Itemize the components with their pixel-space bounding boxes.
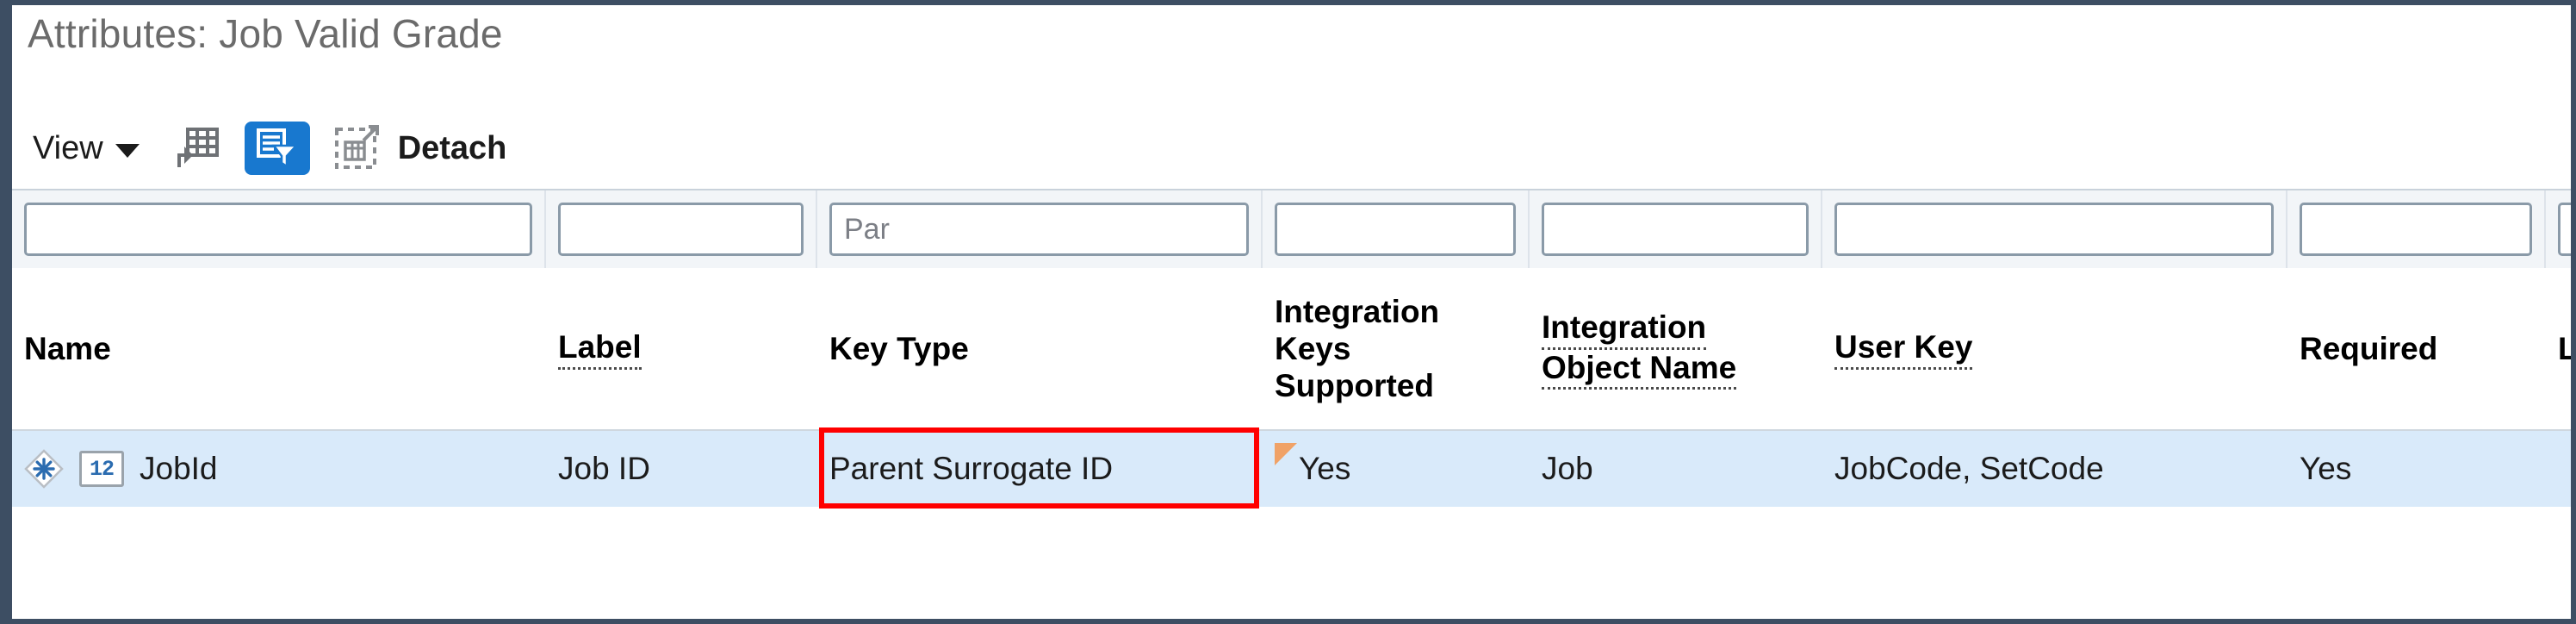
column-header-required[interactable]: Required (2287, 270, 2546, 429)
filter-cell-integration_keys_supported (1263, 190, 1530, 268)
cell-label[interactable]: Job ID (546, 431, 817, 507)
table-row[interactable]: 12 JobId Job ID Parent Surrogate ID Yes Job Jo… (12, 431, 2571, 507)
filter-cell-lookup (2546, 190, 2571, 268)
table-toolbar: View Detach (29, 119, 506, 178)
primary-key-diamond-icon (24, 449, 64, 489)
column-header-label: User Key (1834, 329, 1973, 371)
table-header-row: Name Label Key Type Integration Keys Supporte… (12, 270, 2571, 429)
filter-cell-label (546, 190, 817, 268)
filter-input-integration_keys_supported[interactable] (1275, 203, 1516, 256)
detach-button[interactable]: Detach (334, 125, 507, 172)
cell-value-required: Yes (2300, 451, 2352, 486)
cell-value-integration_object_name: Job (1542, 451, 1593, 486)
export-to-spreadsheet-icon (177, 128, 219, 167)
attributes-table: Name Label Key Type IntegrationKeysSupporte… (12, 189, 2571, 619)
page-title: Attributes: Job Valid Grade (28, 11, 503, 56)
filter-cell-name (12, 190, 546, 268)
cell-value-label: Job ID (558, 451, 650, 486)
cell-value-key_type: Parent Surrogate ID (829, 451, 1114, 486)
filter-cell-integration_object_name (1530, 190, 1822, 268)
filter-input-lookup[interactable] (2558, 203, 2571, 256)
detach-label: Detach (397, 129, 507, 166)
column-header-label: Label (558, 329, 642, 371)
query-by-example-filter-icon (256, 128, 298, 168)
chevron-down-icon (115, 144, 140, 158)
filter-input-name[interactable] (24, 203, 532, 256)
column-header-label[interactable]: Label (546, 270, 817, 429)
filter-input-user_key[interactable] (1834, 203, 2274, 256)
filter-cell-key_type (817, 190, 1263, 268)
view-menu-button[interactable]: View (29, 127, 148, 171)
filter-input-required[interactable] (2300, 203, 2532, 256)
column-filter-row (12, 190, 2571, 268)
cell-value-user_key: JobCode, SetCode (1834, 451, 2104, 486)
filter-input-label[interactable] (558, 203, 804, 256)
cell-integration_keys_supported[interactable]: Yes (1263, 431, 1530, 507)
column-header-label: IntegrationObject Name (1542, 309, 1810, 390)
column-header-integration_keys_supported[interactable]: Integration Keys Supported (1263, 270, 1530, 429)
column-header-name[interactable]: Name (12, 270, 546, 429)
attributes-panel: Attributes: Job Valid Grade View Detach … (0, 0, 2576, 624)
filter-cell-user_key (1822, 190, 2287, 268)
table-body-empty-area (12, 507, 2571, 619)
cell-user_key[interactable]: JobCode, SetCode (1822, 431, 2287, 507)
column-header-lookup[interactable]: Loc (2546, 270, 2576, 429)
column-header-label: Loc (2558, 331, 2576, 367)
cell-integration_object_name[interactable]: Job (1530, 431, 1822, 507)
column-header-user_key[interactable]: User Key (1822, 270, 2287, 429)
export-to-spreadsheet-button[interactable] (164, 122, 229, 175)
detach-icon (334, 125, 379, 169)
number-datatype-icon: 12 (79, 451, 124, 487)
cell-lookup[interactable] (2546, 431, 2571, 507)
column-header-label: Key Type (829, 331, 969, 367)
cell-value-integration_keys_supported: Yes (1299, 451, 1351, 486)
column-header-integration_object_name[interactable]: IntegrationObject Name (1530, 270, 1822, 429)
column-header-label: Required (2300, 331, 2438, 367)
query-by-example-button[interactable] (244, 122, 310, 175)
column-header-key_type[interactable]: Key Type (817, 270, 1263, 429)
orange-triangle-marker-icon (1275, 443, 1297, 465)
filter-input-key_type[interactable] (829, 203, 1249, 256)
column-header-label: Name (24, 331, 111, 367)
filter-cell-required (2287, 190, 2546, 268)
cell-required[interactable]: Yes (2287, 431, 2546, 507)
cell-name[interactable]: 12 JobId (12, 431, 546, 507)
column-header-label: Integration Keys Supported (1275, 294, 1440, 403)
cell-value-name: JobId (140, 451, 218, 486)
cell-key_type[interactable]: Parent Surrogate ID (817, 431, 1263, 507)
filter-input-integration_object_name[interactable] (1542, 203, 1809, 256)
view-menu-label: View (33, 129, 103, 166)
